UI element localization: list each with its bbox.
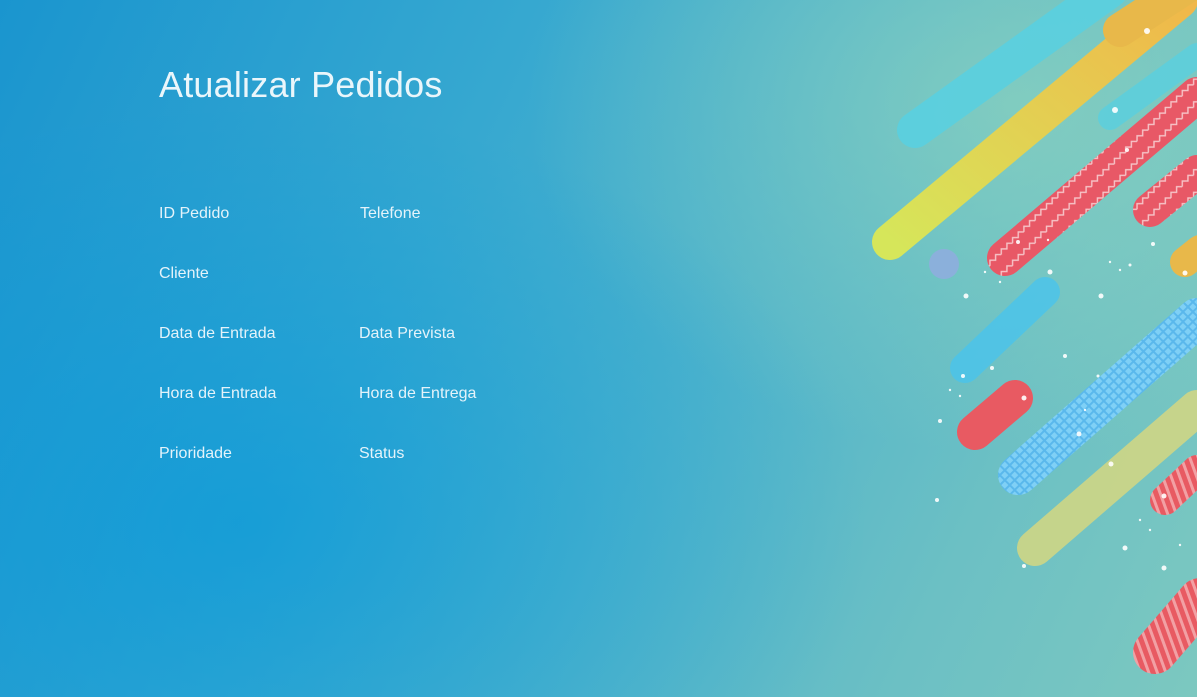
field-data-prevista[interactable]: Data Prevista xyxy=(359,325,455,343)
field-status[interactable]: Status xyxy=(359,445,404,463)
field-hora-entrada[interactable]: Hora de Entrada xyxy=(159,385,276,403)
field-data-entrada[interactable]: Data de Entrada xyxy=(159,325,276,343)
field-telefone[interactable]: Telefone xyxy=(360,205,421,223)
field-hora-entrega[interactable]: Hora de Entrega xyxy=(359,385,476,403)
field-cliente[interactable]: Cliente xyxy=(159,265,209,283)
field-prioridade[interactable]: Prioridade xyxy=(159,445,232,463)
field-id-pedido[interactable]: ID Pedido xyxy=(159,205,229,223)
page-title: Atualizar Pedidos xyxy=(159,64,443,105)
